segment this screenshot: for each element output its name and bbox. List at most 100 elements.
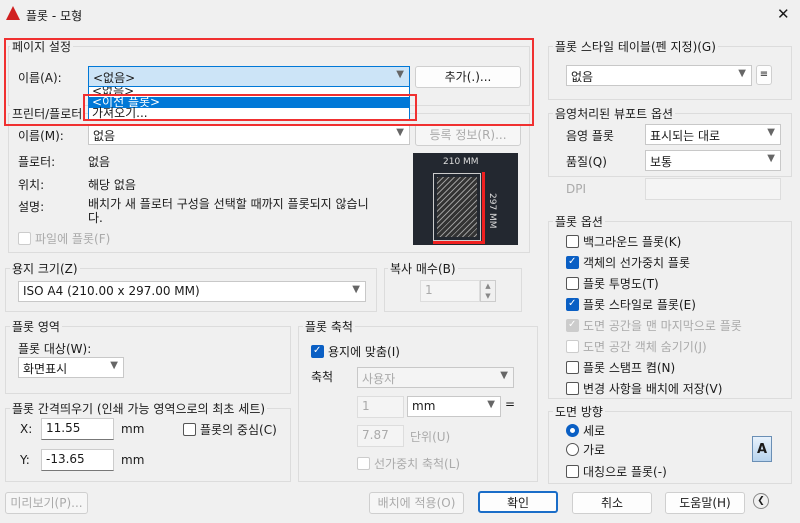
checkbox-label: 백그라운드 플롯(K) <box>583 235 682 249</box>
chevron-down-icon: ▼ <box>396 69 404 80</box>
plot-option-checkbox[interactable]: 도면 공간 객체 숨기기(J) <box>566 338 707 355</box>
printable-area <box>437 177 477 237</box>
plot-option-checkbox[interactable]: 변경 사항을 배치에 저장(V) <box>566 380 722 397</box>
plot-option-checkbox[interactable]: 백그라운드 플롯(K) <box>566 233 681 250</box>
checkbox-icon <box>566 277 579 290</box>
checkbox-label: 도면 공간을 맨 마지막으로 플롯 <box>583 319 742 333</box>
collapse-chevron-left-icon[interactable]: ❮ <box>753 493 769 509</box>
checkbox-label: 대칭으로 플롯(-) <box>583 465 667 479</box>
scale-select[interactable]: 사용자 ▼ <box>357 367 514 388</box>
plotter-value: 없음 <box>88 155 111 169</box>
plot-option-checkbox[interactable]: 도면 공간을 맨 마지막으로 플롯 <box>566 317 742 334</box>
paper-outline <box>433 173 481 241</box>
y-offset-input[interactable]: -13.65 <box>41 449 114 471</box>
shade-plot-label: 음영 플롯 <box>566 129 614 143</box>
chevron-down-icon: ▼ <box>767 127 775 138</box>
chevron-down-icon: ▼ <box>396 127 404 138</box>
shaded-viewport-label: 음영처리된 뷰포트 옵션 <box>553 105 676 122</box>
description-value: 배치가 새 플로터 구성을 선택할 때까지 플롯되지 않습니다. <box>88 197 369 225</box>
scale-value2-input[interactable]: 7.87 <box>357 425 404 447</box>
portrait-page-icon: A <box>752 436 772 462</box>
ok-button[interactable]: 확인 <box>478 491 558 513</box>
checkbox-label: 용지에 맞춤(I) <box>328 345 400 359</box>
preview-height-label: 297 MM <box>487 193 497 229</box>
upside-down-checkbox[interactable]: 대칭으로 플롯(-) <box>566 463 667 480</box>
checkbox-label: 변경 사항을 배치에 저장(V) <box>583 382 723 396</box>
help-button[interactable]: 도움말(H) <box>665 492 745 514</box>
scale-unit-select[interactable]: mm ▼ <box>407 396 501 417</box>
chevron-down-icon: ▼ <box>738 68 746 79</box>
plotter-label: 플로터: <box>18 155 56 169</box>
dpi-label: DPI <box>566 182 587 196</box>
checkbox-icon <box>566 382 579 395</box>
checkbox-icon <box>311 345 324 358</box>
red-marker <box>433 241 483 244</box>
radio-label: 세로 <box>583 424 606 438</box>
dropdown-option[interactable]: 가져오기... <box>89 107 409 119</box>
quality-label: 품질(Q) <box>566 155 607 169</box>
checkbox-icon <box>357 457 370 470</box>
plot-options-label: 플롯 옵션 <box>553 213 605 230</box>
checkbox-label: 플롯 투명도(T) <box>583 277 659 291</box>
plot-what-select[interactable]: 화면표시 ▼ <box>18 357 124 378</box>
plot-what-label: 플롯 대상(W): <box>18 342 92 356</box>
plot-option-checkbox[interactable]: 객체의 선가중치 플롯 <box>566 254 690 271</box>
plot-option-checkbox[interactable]: 플롯 스탬프 켬(N) <box>566 359 675 376</box>
plot-option-checkbox[interactable]: 플롯 스타일로 플롯(E) <box>566 296 696 313</box>
plot-option-checkbox[interactable]: 플롯 투명도(T) <box>566 275 659 292</box>
window-title: 플롯 - 모형 <box>26 9 83 23</box>
x-label: X: <box>20 422 33 436</box>
preview-button[interactable]: 미리보기(P)... <box>5 492 88 514</box>
checkbox-icon <box>566 319 579 332</box>
x-unit: mm <box>121 422 145 436</box>
checkbox-label: 선가중치 축척(L) <box>374 457 461 471</box>
radio-icon <box>566 424 579 437</box>
paper-size-select[interactable]: ISO A4 (210.00 x 297.00 MM) ▼ <box>18 281 366 302</box>
checkbox-icon <box>566 298 579 311</box>
cancel-button[interactable]: 취소 <box>572 492 652 514</box>
x-offset-input[interactable]: 11.55 <box>41 418 114 440</box>
center-plot-checkbox[interactable]: 플롯의 중심(C) <box>183 421 277 438</box>
selected-value: mm <box>412 399 436 413</box>
landscape-radio[interactable]: 가로 <box>566 441 605 458</box>
portrait-radio[interactable]: 세로 <box>566 422 605 439</box>
dpi-input[interactable] <box>645 178 781 200</box>
close-icon[interactable]: ✕ <box>777 5 790 23</box>
plot-to-file-checkbox[interactable]: 파일에 플롯(F) <box>18 230 110 247</box>
chevron-down-icon: ▼ <box>500 370 508 381</box>
selected-value: 화면표시 <box>23 362 68 376</box>
autocad-logo-icon <box>6 6 20 20</box>
checkbox-label: 플롯 스타일로 플롯(E) <box>583 298 696 312</box>
quality-select[interactable]: 보통 ▼ <box>645 150 781 171</box>
page-setup-label: 페이지 설정 <box>10 38 74 55</box>
shade-plot-select[interactable]: 표시되는 대로 ▼ <box>645 124 781 145</box>
title-bar: 플롯 - 모형 ✕ <box>0 0 800 30</box>
copies-label: 복사 매수(B) <box>388 260 458 277</box>
scale-value1-input[interactable]: 1 <box>357 396 404 418</box>
properties-button[interactable]: 등록 정보(R)... <box>415 124 521 146</box>
scale-lineweights-checkbox[interactable]: 선가중치 축척(L) <box>357 455 460 472</box>
radio-icon <box>566 443 579 456</box>
page-setup-name-select[interactable]: <없음> ▼ <box>88 66 410 87</box>
y-unit: mm <box>121 453 145 467</box>
plot-offset-label: 플롯 간격띄우기 (인쇄 가능 영역으로의 최초 세트) <box>10 400 268 417</box>
plot-area-label: 플롯 영역 <box>10 318 62 335</box>
checkbox-label: 파일에 플롯(F) <box>35 232 111 246</box>
selected-value: ISO A4 (210.00 x 297.00 MM) <box>23 284 200 298</box>
selected-value: 사용자 <box>362 372 396 386</box>
copies-input[interactable]: 1 <box>420 280 480 302</box>
fit-to-paper-checkbox[interactable]: 용지에 맞춤(I) <box>311 343 400 360</box>
add-button[interactable]: 추가(.)... <box>415 66 521 88</box>
selected-value: <없음> <box>93 71 136 85</box>
edit-style-table-icon[interactable]: ≡ <box>756 65 772 85</box>
style-table-select[interactable]: 없음 ▼ <box>566 65 752 86</box>
orientation-label: 도면 방향 <box>553 403 605 420</box>
apply-to-layout-button[interactable]: 배치에 적용(O) <box>369 492 464 514</box>
checkbox-label: 객체의 선가중치 플롯 <box>583 256 690 270</box>
selected-value: 표시되는 대로 <box>650 129 721 143</box>
copies-spinner[interactable]: ▲ ▼ <box>480 280 496 302</box>
printer-name-select[interactable]: 없음 ▼ <box>88 124 410 145</box>
checkbox-icon <box>183 423 196 436</box>
checkbox-label: 플롯 스탬프 켬(N) <box>583 361 676 375</box>
checkbox-label: 도면 공간 객체 숨기기(J) <box>583 340 707 354</box>
